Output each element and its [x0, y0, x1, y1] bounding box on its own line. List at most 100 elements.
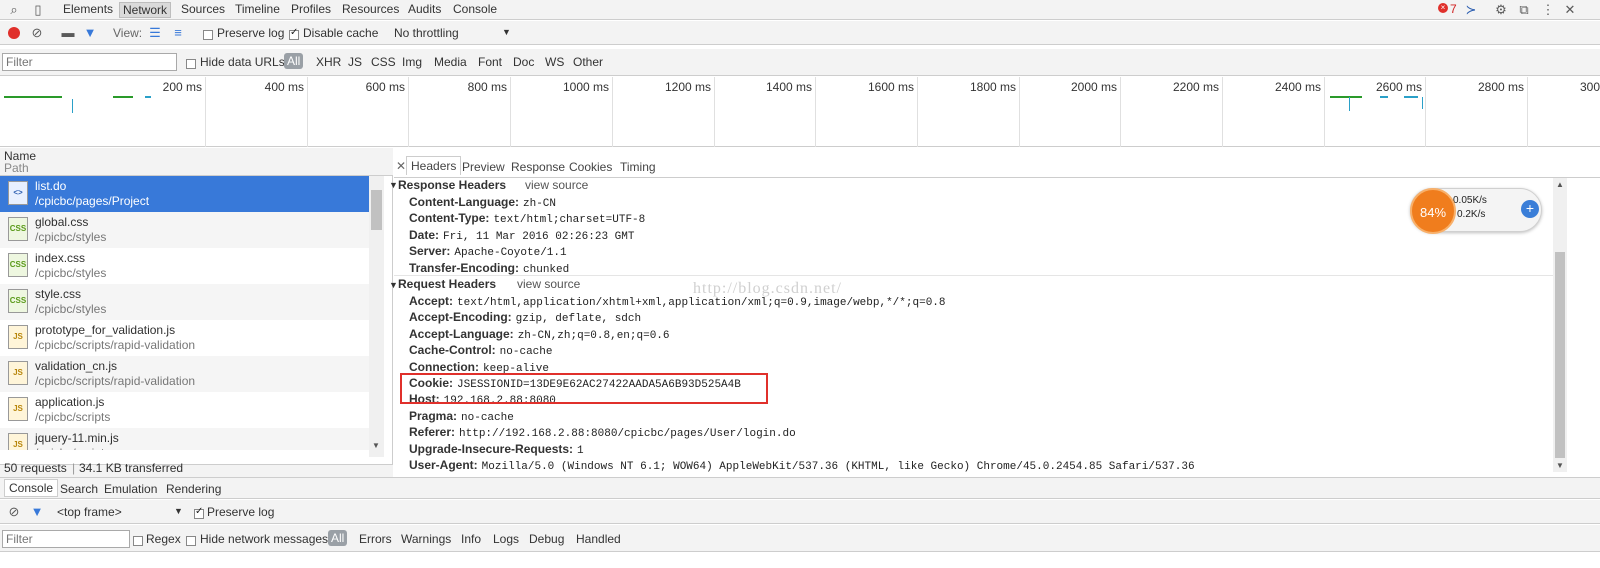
error-count[interactable]: 7 — [1450, 2, 1457, 16]
tab-timing[interactable]: Timing — [620, 160, 656, 174]
device-mode-icon[interactable]: ▯ — [30, 2, 46, 18]
scroll-down-arrow-icon[interactable]: ▼ — [1556, 461, 1564, 470]
regex-checkbox[interactable] — [133, 533, 143, 547]
level-debug[interactable]: Debug — [529, 532, 564, 546]
filter-input[interactable] — [2, 53, 177, 71]
dock-icon[interactable]: ⧉ — [1516, 2, 1532, 18]
list-scrollbar-thumb[interactable] — [371, 190, 382, 230]
response-view-source-link[interactable]: view source — [525, 178, 588, 192]
type-filter-media[interactable]: Media — [434, 55, 467, 69]
level-warnings[interactable]: Warnings — [401, 532, 451, 546]
chevron-down-icon[interactable]: ▼ — [502, 27, 511, 37]
detail-scrollbar[interactable]: ▲ ▼ — [1553, 178, 1567, 472]
more-icon[interactable]: ⋮ — [1540, 2, 1556, 18]
console-toolbar: ⊘ ▼ <top frame> ▼ Preserve log — [0, 500, 1600, 524]
type-filter-other[interactable]: Other — [573, 55, 603, 69]
disable-cache-checkbox[interactable] — [289, 27, 299, 41]
capture-screenshots-icon[interactable]: ▬ — [60, 25, 76, 41]
triangle-down-icon[interactable]: ▼ — [389, 280, 398, 290]
large-rows-icon[interactable]: ☰ — [147, 25, 163, 41]
request-row[interactable]: CSS global.css/cpicbc/styles — [0, 212, 376, 248]
record-icon[interactable] — [8, 27, 20, 39]
type-filter-js[interactable]: JS — [348, 55, 362, 69]
close-detail-icon[interactable]: ✕ — [396, 159, 406, 173]
timeline-tick-label: 800 ms — [467, 80, 507, 94]
list-scrollbar[interactable]: ▼ — [369, 176, 384, 457]
type-filter-font[interactable]: Font — [478, 55, 502, 69]
tab-profiles[interactable]: Profiles — [291, 2, 331, 16]
drawer-tab-bar: Console Search Emulation Rendering — [0, 477, 1600, 499]
timeline-overview[interactable]: 200 ms 400 ms 600 ms 800 ms 1000 ms 1200 ms 14… — [0, 77, 1600, 147]
type-filter-ws[interactable]: WS — [545, 55, 564, 69]
request-row[interactable]: JS jquery-11.min.js/cpicbc/scripts — [0, 428, 376, 450]
level-all[interactable]: All — [328, 530, 348, 546]
header-row: Cache-Control: no-cache — [409, 343, 552, 358]
settings-gear-icon[interactable]: ⚙ — [1493, 2, 1509, 18]
response-headers-title[interactable]: Response Headers — [398, 178, 506, 192]
type-filter-img[interactable]: Img — [402, 55, 422, 69]
hide-network-checkbox[interactable] — [186, 533, 196, 547]
section-divider — [394, 275, 1554, 276]
tab-preview[interactable]: Preview — [462, 160, 505, 174]
search-icon[interactable]: ⌕ — [6, 2, 22, 18]
tab-sources[interactable]: Sources — [181, 2, 225, 16]
timeline-tick-label: 200 ms — [162, 80, 202, 94]
level-errors[interactable]: Errors — [359, 532, 392, 546]
request-row[interactable]: CSS style.css/cpicbc/styles — [0, 284, 376, 320]
type-filter-css[interactable]: CSS — [371, 55, 396, 69]
request-list-header[interactable]: Name Path — [0, 148, 393, 176]
chevron-down-icon[interactable]: ▼ — [174, 506, 183, 516]
scroll-up-arrow-icon[interactable]: ▲ — [1556, 180, 1564, 189]
filter-icon[interactable]: ▼ — [82, 25, 98, 41]
tab-timeline[interactable]: Timeline — [235, 2, 280, 16]
overview-icon[interactable]: ≡ — [170, 25, 186, 41]
frame-select[interactable]: <top frame> — [57, 505, 122, 519]
tab-console[interactable]: Console — [453, 2, 497, 16]
tab-audits[interactable]: Audits — [408, 2, 441, 16]
request-row[interactable]: CSS index.css/cpicbc/styles — [0, 248, 376, 284]
header-key: Accept-Encoding: — [409, 310, 512, 325]
preserve-log-checkbox[interactable] — [203, 27, 213, 41]
console-drawer-icon[interactable]: ≻ — [1463, 2, 1479, 18]
console-preserve-log-checkbox[interactable] — [194, 506, 204, 520]
drawer-tab-rendering[interactable]: Rendering — [166, 482, 221, 496]
drawer-tab-console[interactable]: Console — [4, 479, 59, 497]
clear-icon[interactable]: ⊘ — [29, 25, 45, 41]
console-filter-icon[interactable]: ▼ — [29, 504, 45, 520]
drawer-tab-search[interactable]: Search — [60, 482, 98, 496]
close-icon[interactable]: ✕ — [1562, 2, 1578, 18]
level-handled[interactable]: Handled — [576, 532, 621, 546]
console-output[interactable] — [0, 553, 1600, 568]
level-logs[interactable]: Logs — [493, 532, 519, 546]
hide-data-urls-checkbox[interactable] — [186, 56, 196, 70]
memory-percent-badge[interactable]: 84% — [1410, 188, 1456, 234]
tab-network[interactable]: Network — [119, 2, 172, 18]
level-info[interactable]: Info — [461, 532, 481, 546]
tab-headers[interactable]: Headers — [406, 156, 462, 175]
request-view-source-link[interactable]: view source — [517, 277, 580, 291]
scroll-down-arrow-icon[interactable]: ▼ — [372, 441, 380, 450]
timeline-activity-bar — [1380, 96, 1388, 98]
tab-resources[interactable]: Resources — [342, 2, 399, 16]
console-filter-input[interactable] — [2, 530, 130, 548]
detail-scrollbar-thumb[interactable] — [1555, 252, 1565, 458]
drawer-tab-emulation[interactable]: Emulation — [104, 482, 157, 496]
request-row[interactable]: JS prototype_for_validation.js/cpicbc/scr… — [0, 320, 376, 356]
add-button[interactable]: + — [1521, 200, 1539, 218]
column-path-header[interactable]: Path — [4, 161, 29, 175]
request-headers-title[interactable]: Request Headers — [398, 277, 496, 291]
request-row[interactable]: JS validation_cn.js/cpicbc/scripts/rapid-… — [0, 356, 376, 392]
request-row[interactable]: JS application.js/cpicbc/scripts — [0, 392, 376, 428]
header-key: Upgrade-Insecure-Requests: — [409, 441, 574, 456]
error-icon[interactable]: × — [1438, 3, 1448, 13]
request-row[interactable]: <> list.do/cpicbc/pages/Project — [0, 176, 376, 212]
type-filter-xhr[interactable]: XHR — [316, 55, 341, 69]
type-filter-all[interactable]: All — [284, 53, 304, 69]
clear-console-icon[interactable]: ⊘ — [6, 504, 22, 520]
tab-response[interactable]: Response — [511, 160, 565, 174]
triangle-down-icon[interactable]: ▼ — [389, 180, 398, 190]
tab-cookies[interactable]: Cookies — [569, 160, 612, 174]
throttling-select[interactable]: No throttling — [394, 26, 459, 40]
tab-elements[interactable]: Elements — [63, 2, 113, 16]
type-filter-doc[interactable]: Doc — [513, 55, 534, 69]
